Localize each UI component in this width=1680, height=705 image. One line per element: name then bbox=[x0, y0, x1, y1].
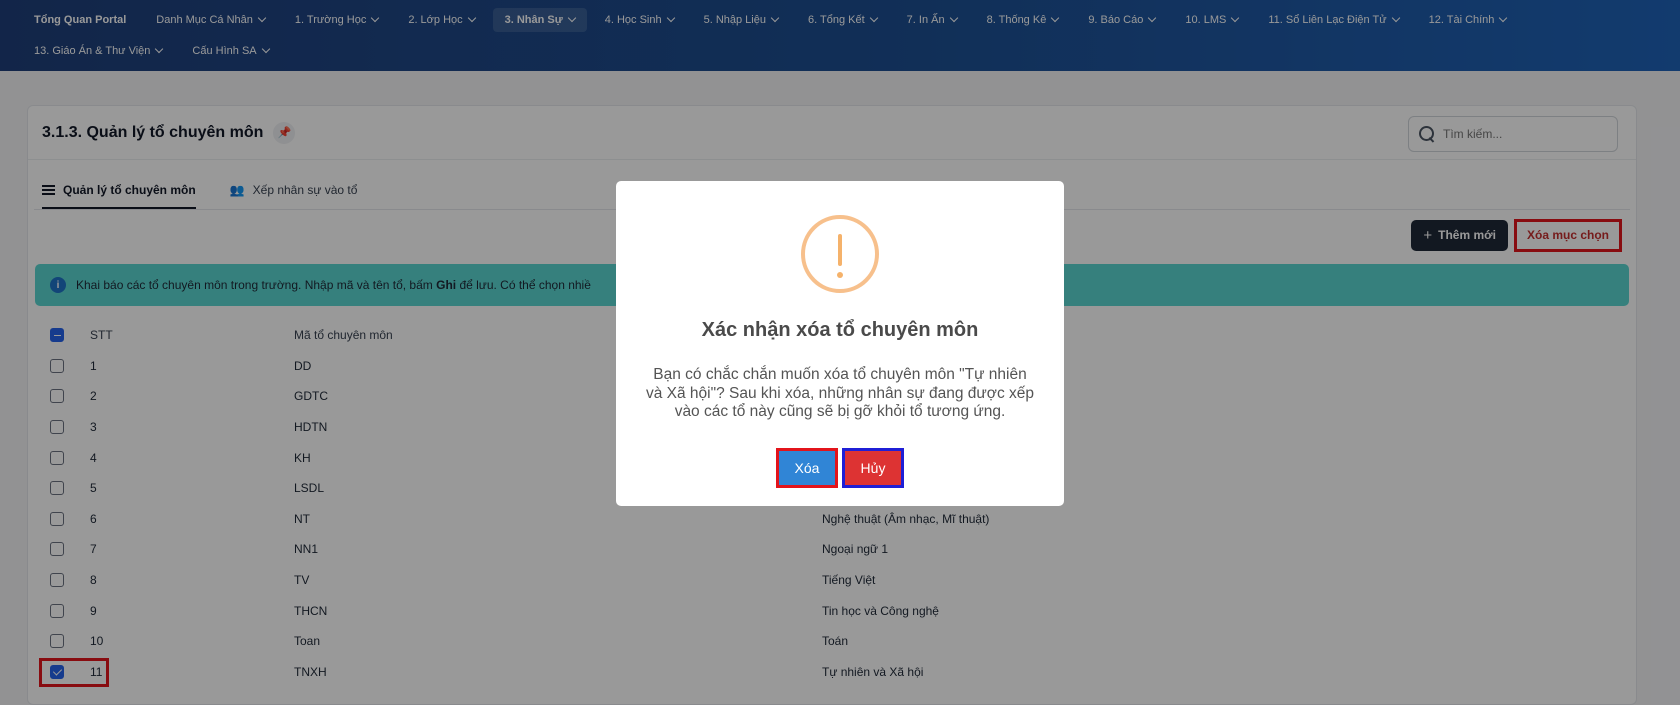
confirm-delete-button[interactable]: Xóa bbox=[776, 447, 838, 488]
warning-icon bbox=[801, 215, 879, 293]
cancel-button[interactable]: Hủy bbox=[842, 447, 904, 488]
modal-actions: Xóa Hủy bbox=[616, 447, 1064, 488]
confirm-delete-modal: Xác nhận xóa tổ chuyên môn Bạn có chắc c… bbox=[616, 181, 1064, 506]
modal-title: Xác nhận xóa tổ chuyên môn bbox=[701, 319, 979, 341]
modal-message: Bạn có chắc chắn muốn xóa tổ chuyên môn … bbox=[645, 366, 1035, 420]
